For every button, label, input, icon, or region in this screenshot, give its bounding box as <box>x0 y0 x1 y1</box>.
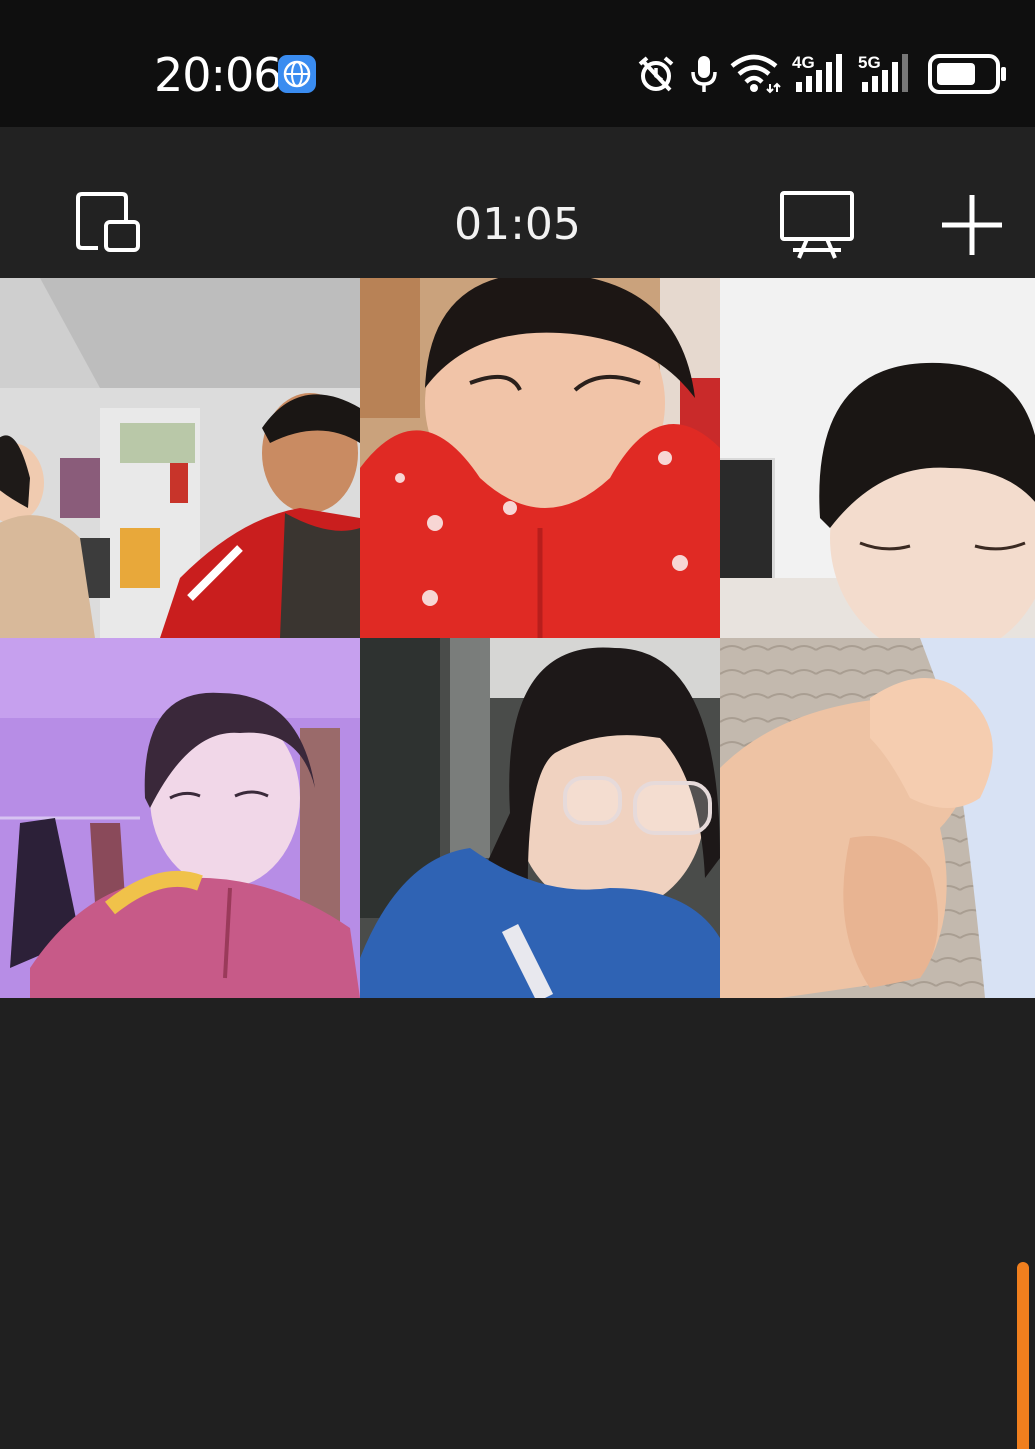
signal-5g-icon: 5G <box>858 52 914 99</box>
add-participant-icon[interactable] <box>940 193 1004 262</box>
status-time: 20:06 <box>154 48 283 102</box>
participant-video-3[interactable] <box>720 278 1035 638</box>
wifi-icon <box>730 54 782 99</box>
participant-video-1[interactable] <box>0 278 360 638</box>
call-duration: 01:05 <box>454 199 581 250</box>
signal-5g-label: 5G <box>858 53 881 72</box>
signal-4g-label: 4G <box>792 53 815 72</box>
participant-grid <box>0 278 1035 998</box>
alarm-icon <box>636 54 676 99</box>
status-bar: 20:06 4G 5G <box>0 0 1035 127</box>
participant-video-4[interactable] <box>0 638 360 998</box>
screen-share-icon[interactable] <box>779 190 857 265</box>
participant-video-6[interactable] <box>720 638 1035 998</box>
signal-4g-icon: 4G <box>792 52 848 99</box>
microphone-icon <box>690 54 718 99</box>
scroll-handle[interactable] <box>1017 1262 1029 1449</box>
app-globe-icon <box>278 55 316 93</box>
battery-icon <box>928 54 1008 99</box>
call-toolbar: 01:05 <box>0 127 1035 278</box>
participant-video-5[interactable] <box>360 638 720 998</box>
participant-video-2[interactable] <box>360 278 720 638</box>
